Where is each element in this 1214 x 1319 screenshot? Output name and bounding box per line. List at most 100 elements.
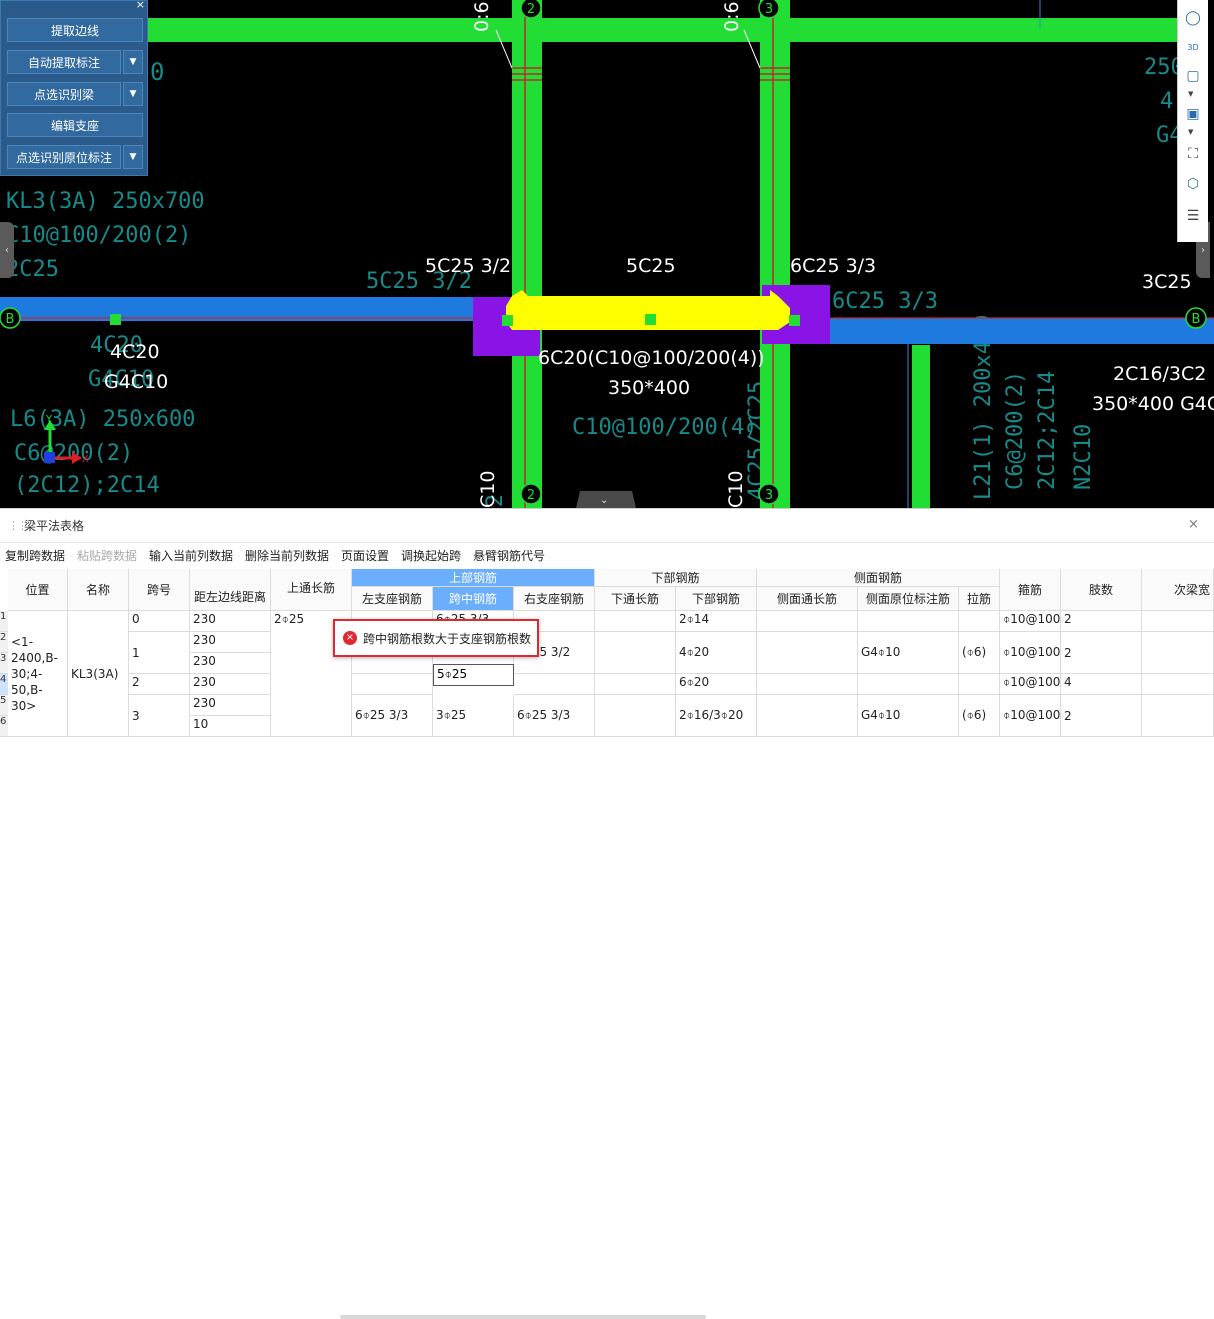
cell-secondary[interactable] bbox=[1142, 611, 1214, 632]
menu-input-column[interactable]: 输入当前列数据 bbox=[149, 547, 233, 564]
row-number[interactable]: 2 bbox=[0, 632, 8, 653]
cell-span-no[interactable]: 3 bbox=[129, 695, 190, 737]
cell-tie[interactable]: (⌽6) bbox=[959, 695, 1000, 737]
grip-point[interactable] bbox=[110, 314, 121, 325]
cell-side-through[interactable] bbox=[757, 611, 858, 632]
header-left-support[interactable]: 左支座钢筋 bbox=[352, 587, 433, 611]
cell-dist-left[interactable]: 230 bbox=[190, 611, 271, 632]
cell-legs[interactable]: 2 bbox=[1061, 632, 1142, 674]
cell-bottom-through[interactable] bbox=[595, 632, 676, 674]
cell-position[interactable]: <1-2400,B-30;4-50,B-30> bbox=[8, 611, 68, 737]
panel-close-icon[interactable]: × bbox=[1188, 517, 1199, 532]
header-name[interactable]: 名称 bbox=[68, 569, 129, 611]
cell-side-through[interactable] bbox=[757, 674, 858, 695]
header-dist-left[interactable]: 距左边线距离 bbox=[190, 569, 271, 611]
extract-edge-button[interactable]: 提取边线 bbox=[7, 18, 143, 42]
cube-dropdown-icon[interactable]: ▼ bbox=[1188, 90, 1193, 98]
cell-bottom-through[interactable] bbox=[595, 674, 676, 695]
cell-bottom-through[interactable] bbox=[595, 695, 676, 737]
header-stirrup[interactable]: 箍筋 bbox=[1000, 569, 1061, 611]
cell-dist-left[interactable]: 10 bbox=[190, 716, 271, 737]
solid-dropdown-icon[interactable]: ▼ bbox=[1188, 128, 1193, 136]
row-number[interactable]: 6 bbox=[0, 716, 8, 737]
cell-bottom-bar[interactable]: 6⌽20 bbox=[676, 674, 757, 695]
cell-name[interactable]: KL3(3A) bbox=[68, 611, 129, 737]
menu-copy-span[interactable]: 复制跨数据 bbox=[5, 547, 65, 564]
cell-dist-left[interactable]: 230 bbox=[190, 632, 271, 653]
header-top-group[interactable]: 上部钢筋 bbox=[352, 569, 595, 587]
cell-right-support[interactable]: 6⌽25 3/3 bbox=[514, 695, 595, 737]
toolbar-close-icon[interactable]: × bbox=[136, 0, 145, 11]
edit-support-button[interactable]: 编辑支座 bbox=[7, 113, 143, 137]
cell-secondary[interactable] bbox=[1142, 695, 1214, 737]
cell-stirrup[interactable]: ⌽10@100 bbox=[1000, 632, 1061, 674]
cell-side-inplace[interactable]: G4⌽10 bbox=[858, 695, 959, 737]
header-side-through[interactable]: 侧面通长筋 bbox=[757, 587, 858, 611]
cell-mid-span[interactable]: 3⌽25 bbox=[433, 695, 514, 737]
header-mid-span[interactable]: 跨中钢筋 bbox=[433, 587, 514, 611]
header-position[interactable]: 位置 bbox=[8, 569, 68, 611]
cell-right-support[interactable] bbox=[514, 674, 595, 695]
cell-tie[interactable]: (⌽6) bbox=[959, 632, 1000, 674]
cell-tie[interactable] bbox=[959, 611, 1000, 632]
cell-side-inplace[interactable] bbox=[858, 611, 959, 632]
left-expand-handle[interactable]: ‹ bbox=[0, 222, 14, 278]
header-right-support[interactable]: 右支座钢筋 bbox=[514, 587, 595, 611]
menu-delete-column[interactable]: 删除当前列数据 bbox=[245, 547, 329, 564]
header-tie[interactable]: 拉筋 bbox=[959, 587, 1000, 611]
cell-span-no[interactable]: 2 bbox=[129, 674, 190, 695]
cell-secondary[interactable] bbox=[1142, 674, 1214, 695]
row-number[interactable]: 1 bbox=[0, 611, 8, 632]
cell-legs[interactable]: 2 bbox=[1061, 611, 1142, 632]
grip-point[interactable] bbox=[789, 315, 800, 326]
header-bottom-bar[interactable]: 下部钢筋 bbox=[676, 587, 757, 611]
auto-extract-label-button[interactable]: 自动提取标注 bbox=[7, 50, 121, 74]
cell-dist-left[interactable]: 230 bbox=[190, 674, 271, 695]
cell-bottom-bar[interactable]: 4⌽20 bbox=[676, 632, 757, 674]
cell-secondary[interactable] bbox=[1142, 632, 1214, 674]
cell-side-inplace[interactable]: G4⌽10 bbox=[858, 632, 959, 674]
horizontal-scrollbar[interactable] bbox=[340, 1315, 706, 1319]
menu-cantilever-code[interactable]: 悬臂钢筋代号 bbox=[473, 547, 545, 564]
menu-page-setup[interactable]: 页面设置 bbox=[341, 547, 389, 564]
pick-identify-dropdown-icon[interactable]: ▼ bbox=[123, 82, 143, 106]
cell-legs[interactable]: 4 bbox=[1061, 674, 1142, 695]
cell-left-support[interactable] bbox=[352, 674, 433, 695]
grip-point[interactable] bbox=[645, 314, 656, 325]
auto-extract-dropdown-icon[interactable]: ▼ bbox=[123, 50, 143, 74]
cell-stirrup[interactable]: ⌽10@100 bbox=[1000, 611, 1061, 632]
orbit-icon[interactable]: ◯ bbox=[1182, 8, 1204, 28]
header-side-group[interactable]: 侧面钢筋 bbox=[757, 569, 1000, 587]
header-side-inplace[interactable]: 侧面原位标注筋 bbox=[858, 587, 959, 611]
cell-span-no[interactable]: 1 bbox=[129, 632, 190, 674]
pick-identify-inplace-button[interactable]: 点选识别原位标注 bbox=[7, 145, 121, 169]
grip-point[interactable] bbox=[502, 315, 513, 326]
properties-list-icon[interactable]: ☰ bbox=[1182, 206, 1204, 226]
cell-bottom-through[interactable] bbox=[595, 611, 676, 632]
menu-swap-start[interactable]: 调换起始跨 bbox=[401, 547, 461, 564]
cube-solid-icon[interactable]: ▣ bbox=[1182, 104, 1204, 124]
pick-inplace-dropdown-icon[interactable]: ▼ bbox=[123, 145, 143, 169]
header-legs[interactable]: 肢数 bbox=[1061, 569, 1142, 611]
mid-span-edit-input[interactable]: 5⌽25 bbox=[433, 664, 514, 686]
cell-dist-left[interactable]: 230 bbox=[190, 653, 271, 674]
menu-paste-span[interactable]: 粘贴跨数据 bbox=[77, 547, 137, 564]
row-number[interactable]: 5 bbox=[0, 695, 8, 716]
header-secondary[interactable]: 次梁宽 bbox=[1142, 569, 1214, 611]
cell-span-no[interactable]: 0 bbox=[129, 611, 190, 632]
panel-titlebar[interactable]: ⋮⋮ 梁平法表格 × bbox=[0, 509, 1214, 543]
cell-bottom-bar[interactable]: 2⌽16/3⌽20 bbox=[676, 695, 757, 737]
header-bottom-group[interactable]: 下部钢筋 bbox=[595, 569, 757, 587]
header-top-through[interactable]: 上通长筋 bbox=[271, 569, 352, 611]
cell-left-support[interactable]: 6⌽25 3/3 bbox=[352, 695, 433, 737]
row-number[interactable]: 4 bbox=[0, 674, 8, 695]
cad-canvas[interactable]: KL3(3A) 250x700 C10@100/200(2) 2C25 L6(3… bbox=[0, 0, 1214, 508]
row-number[interactable]: 3 bbox=[0, 653, 8, 674]
cell-tie[interactable] bbox=[959, 674, 1000, 695]
header-bottom-through[interactable]: 下通长筋 bbox=[595, 587, 676, 611]
cell-dist-left[interactable]: 230 bbox=[190, 695, 271, 716]
box-select-icon[interactable]: ⬡ bbox=[1182, 174, 1204, 194]
pick-identify-beam-button[interactable]: 点选识别梁 bbox=[7, 82, 121, 106]
cell-side-through[interactable] bbox=[757, 632, 858, 674]
cell-stirrup[interactable]: ⌽10@100 bbox=[1000, 674, 1061, 695]
